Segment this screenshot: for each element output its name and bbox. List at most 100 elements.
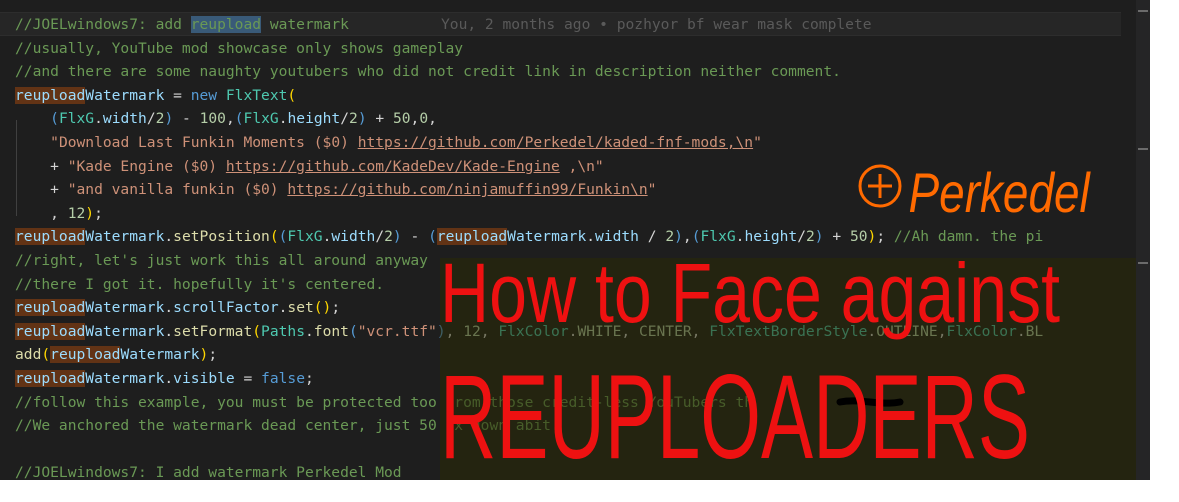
code-token: ,: [480, 322, 499, 340]
code-token: .: [304, 322, 314, 340]
code-token: Watermark: [85, 322, 165, 340]
code-token: width: [331, 228, 376, 246]
code-line[interactable]: //JOELwindows7: I add watermark Perkedel…: [15, 461, 402, 480]
code-token: Watermark: [120, 346, 200, 364]
code-token: FlxColor: [946, 322, 1017, 340]
code-token: -: [401, 228, 429, 246]
code-line[interactable]: reuploadWatermark = new FlxText(: [15, 84, 296, 108]
code-token: .: [164, 370, 174, 387]
code-token: set: [287, 299, 314, 317]
code-line[interactable]: //We anchored the watermark dead center,…: [15, 414, 560, 438]
code-line[interactable]: //and there are some naughty youtubers w…: [15, 60, 841, 84]
code-token: reupload: [436, 228, 508, 246]
code-token: 50: [392, 110, 411, 128]
code-token: //follow this example, you must be prote…: [15, 393, 754, 411]
code-token: .: [586, 228, 596, 246]
code-token: FlxText: [225, 86, 288, 104]
code-token: .: [164, 299, 174, 317]
code-token: ,: [445, 322, 464, 340]
code-line[interactable]: + "and vanilla funkin ($0) https://githu…: [15, 178, 656, 202]
code-token: ;: [876, 228, 894, 246]
code-token: add: [15, 346, 42, 364]
code-token: ;: [331, 299, 341, 317]
code-token: "vcr.ttf": [357, 322, 437, 340]
code-line[interactable]: reuploadWatermark.visible = false;: [15, 367, 314, 391]
code-token: /: [797, 228, 806, 246]
code-token: FlxG: [58, 110, 95, 128]
code-token: height: [744, 228, 798, 246]
code-token: reupload: [50, 346, 121, 364]
code-token: //and there are some naughty youtubers w…: [15, 63, 841, 81]
code-line[interactable]: //usually, YouTube mod showcase only sho…: [15, 37, 463, 61]
code-token: FlxG: [287, 228, 323, 246]
code-token: FlxTextBorderStyle: [709, 322, 868, 340]
code-token: ): [867, 228, 877, 246]
code-token: visible: [173, 370, 235, 387]
code-token: ,: [621, 322, 639, 340]
code-token: 2: [384, 228, 393, 246]
code-token: 2: [349, 110, 358, 128]
code-token: "and vanilla funkin ($0): [67, 181, 288, 199]
code-token: (: [287, 86, 297, 104]
code-token: //right, let's just work this all around…: [15, 252, 428, 269]
code-token: ): [814, 228, 824, 246]
code-token: +: [15, 157, 68, 175]
code-token: .: [164, 322, 174, 340]
code-token: /: [340, 110, 350, 128]
code-line[interactable]: (FlxG.width/2) - 100,(FlxG.height/2) + 5…: [15, 107, 437, 131]
code-token: (: [41, 346, 51, 364]
code-token: https://github.com/ninjamuffin99/Funkin\…: [287, 181, 648, 199]
code-line[interactable]: "Download Last Funkin Moments ($0) https…: [15, 131, 762, 155]
code-token: (: [348, 322, 358, 340]
code-line[interactable]: //right, let's just work this all around…: [15, 249, 428, 273]
code-token: (): [313, 299, 332, 317]
editor-scrollbar[interactable]: [1136, 0, 1150, 480]
code-token: =: [164, 86, 191, 104]
code-token: 2: [805, 228, 815, 246]
code-token: https://github.com/Perkedel/kaded-fnf-mo…: [357, 134, 754, 151]
code-token: ,: [937, 322, 947, 340]
code-line[interactable]: reuploadWatermark.setPosition((FlxG.widt…: [15, 225, 1043, 249]
code-token: false: [261, 370, 305, 387]
code-editor[interactable]: //JOELwindows7: add reupload watermark//…: [0, 0, 1150, 480]
code-token: Watermark: [85, 370, 165, 387]
code-token: height: [287, 110, 341, 128]
code-token: //JOELwindows7: add: [15, 16, 191, 33]
code-token: reupload: [15, 322, 86, 340]
code-line[interactable]: //follow this example, you must be prote…: [15, 391, 753, 415]
code-token: //usually, YouTube mod showcase only sho…: [15, 39, 464, 57]
code-token: scrollFactor: [173, 299, 279, 317]
code-token: ,: [691, 322, 710, 340]
code-token: ): [436, 322, 446, 340]
code-token: Watermark: [85, 228, 165, 246]
code-token: ": [647, 181, 657, 199]
code-line[interactable]: reuploadWatermark.setFormat(Paths.font("…: [15, 320, 1043, 344]
code-token: +: [15, 181, 68, 199]
code-token: FlxG: [700, 228, 736, 246]
scroll-marker: [1138, 148, 1148, 150]
code-line[interactable]: reuploadWatermark.scrollFactor.set();: [15, 296, 340, 320]
code-token: ,: [682, 228, 692, 246]
code-token: reupload: [190, 16, 262, 33]
code-token: setFormat: [173, 322, 253, 340]
code-token: reupload: [15, 299, 86, 317]
code-line[interactable]: //there I got it. hopefully it's centere…: [15, 273, 384, 297]
code-token: ;: [94, 204, 103, 222]
code-line[interactable]: add(reuploadWatermark);: [15, 343, 217, 367]
code-token: =: [234, 370, 262, 387]
code-token: ): [85, 204, 95, 222]
code-token: /: [146, 110, 156, 128]
code-line[interactable]: + "Kade Engine ($0) https://github.com/K…: [15, 155, 604, 179]
code-line[interactable]: , 12);: [15, 202, 103, 226]
code-token: WHITE: [577, 322, 622, 340]
code-token: 100: [199, 110, 226, 128]
code-token: ): [164, 110, 174, 128]
code-token: -: [173, 110, 200, 128]
code-token: https://github.com/KadeDev/Kade-Engine: [225, 157, 560, 175]
code-token: (: [691, 228, 701, 246]
code-token: .: [867, 322, 877, 340]
code-token: font: [313, 322, 349, 340]
code-token: setPosition: [173, 228, 270, 246]
code-token: ): [357, 110, 367, 128]
code-token: "Download Last Funkin Moments ($0): [50, 134, 358, 151]
